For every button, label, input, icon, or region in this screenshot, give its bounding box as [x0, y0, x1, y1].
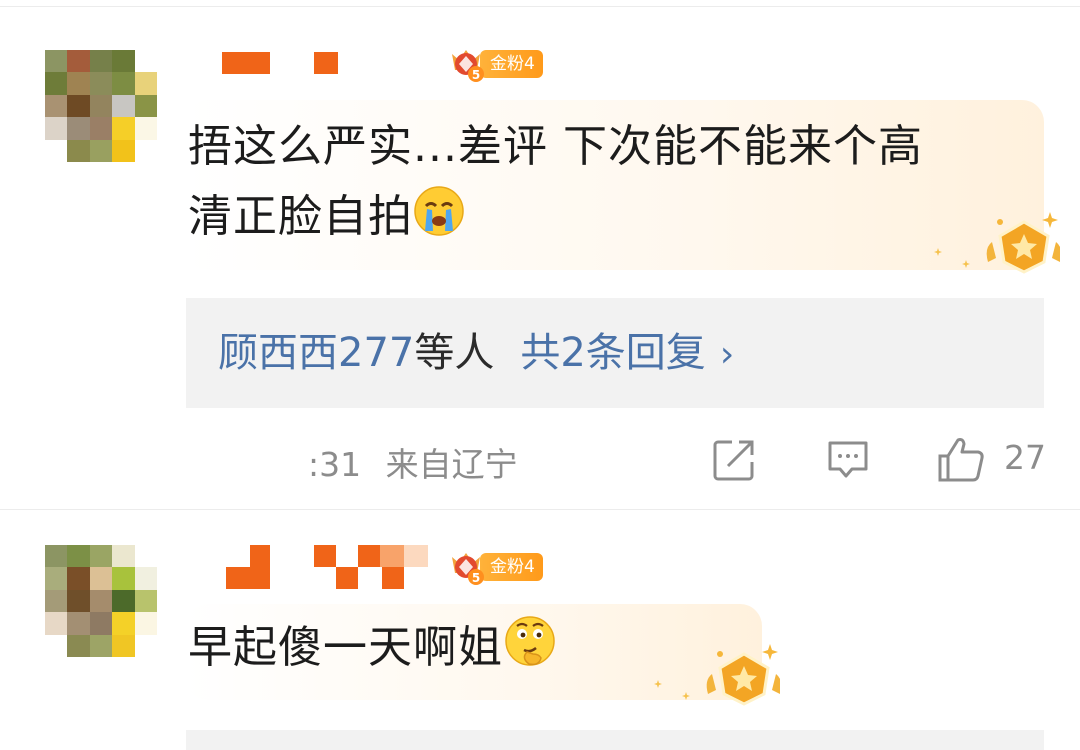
comment-text-line1: 早起傻一天啊姐	[188, 614, 557, 687]
gold-rank-badge-icon	[654, 644, 780, 706]
fan-level-badge: 5 金粉4	[446, 549, 556, 585]
svg-text:5: 5	[472, 571, 480, 585]
thinking-face-emoji-icon	[503, 614, 557, 687]
avatar[interactable]	[45, 545, 157, 657]
reply-preview-box[interactable]	[186, 730, 1044, 750]
username-obscured[interactable]	[222, 545, 432, 589]
comment-item: 5 金粉4 早起傻一天啊姐	[0, 0, 1080, 750]
fan-badge-label: 金粉4	[480, 553, 543, 581]
comment-text-content: 早起傻一天啊姐	[188, 622, 503, 673]
fan-crown-icon: 5	[446, 547, 486, 587]
